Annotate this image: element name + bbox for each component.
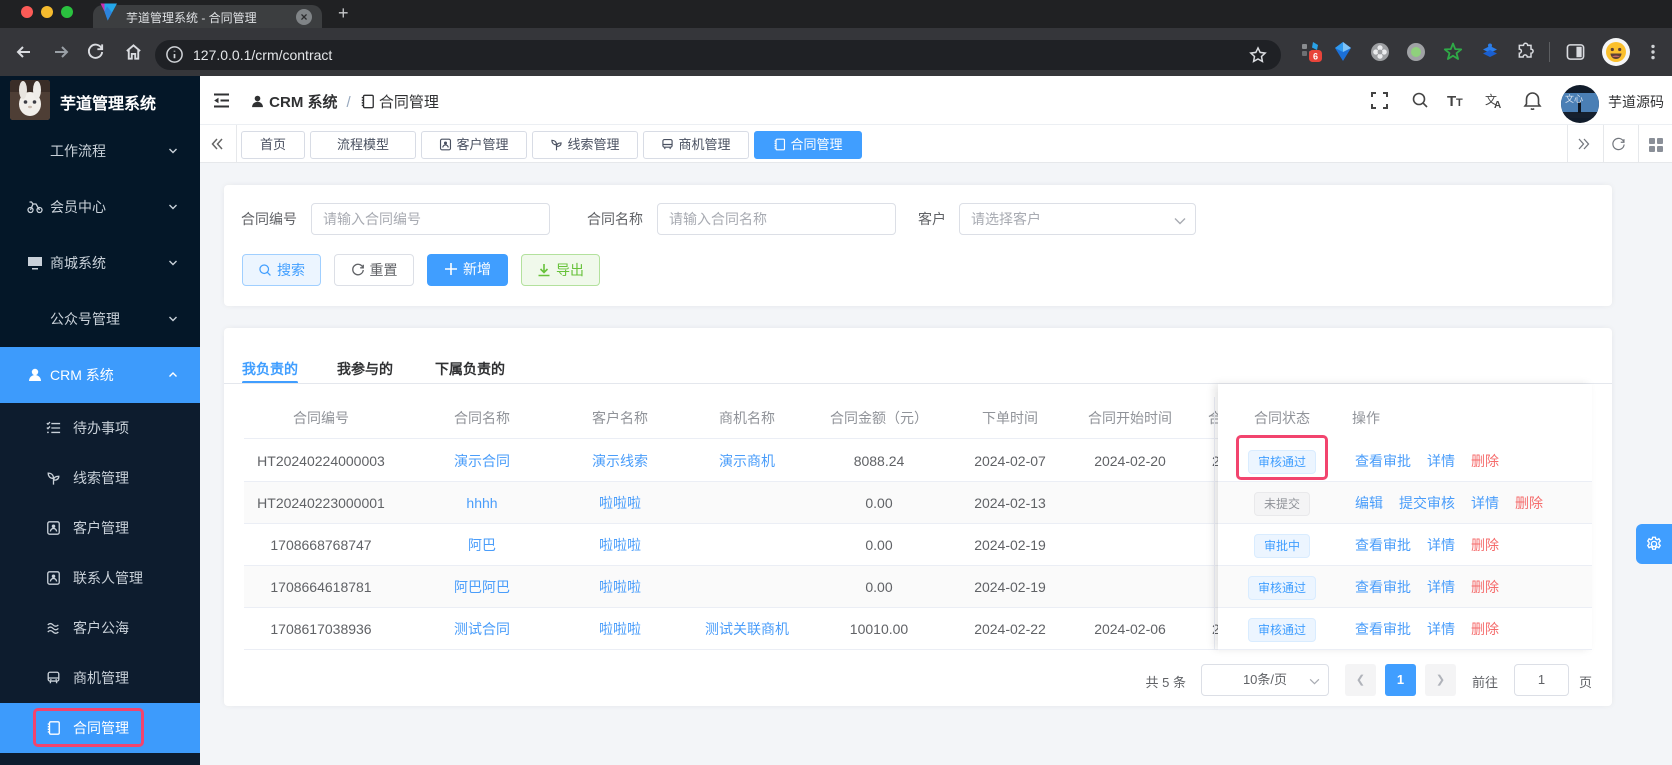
svg-text:文心: 文心 xyxy=(1565,93,1583,104)
svg-text:A: A xyxy=(1494,100,1501,109)
svg-text:6: 6 xyxy=(1313,52,1318,62)
svg-text:T: T xyxy=(1447,93,1456,109)
svg-text:T: T xyxy=(1456,97,1463,109)
